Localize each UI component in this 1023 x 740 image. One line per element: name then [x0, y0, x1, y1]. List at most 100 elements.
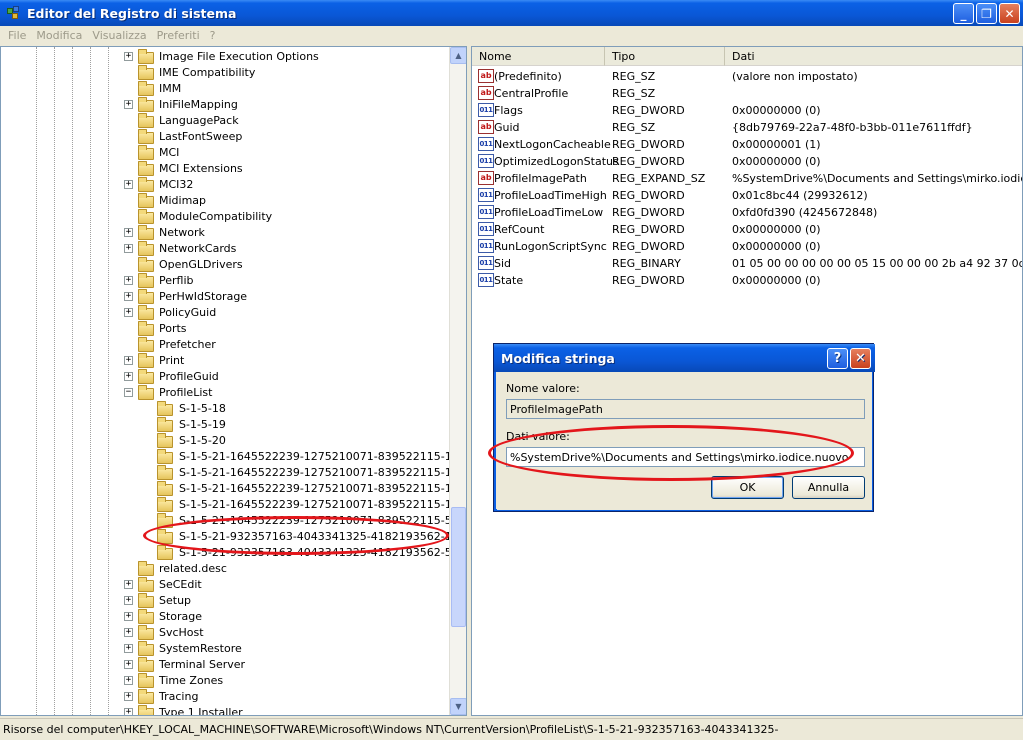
tree-item[interactable]: S-1-5-21-932357163-4043341325-4182193562…	[1, 529, 449, 545]
tree-item[interactable]: S-1-5-19	[1, 417, 449, 433]
tree-item[interactable]: + PolicyGuid	[1, 305, 449, 321]
value-row[interactable]: ab CentralProfile REG_SZ	[472, 85, 1022, 102]
dialog-help-button[interactable]: ?	[827, 348, 848, 369]
value-row[interactable]: 011 ProfileLoadTimeLow REG_DWORD 0xfd0fd390…	[472, 204, 1022, 221]
expand-icon[interactable]: +	[124, 372, 133, 381]
scroll-up-button[interactable]: ▲	[450, 47, 466, 64]
tree-item[interactable]: + Terminal Server	[1, 657, 449, 673]
value-row[interactable]: 011 Sid REG_BINARY 01 05 00 00 00 00 00 05 …	[472, 255, 1022, 272]
menu-modifica[interactable]: Modifica	[31, 29, 87, 42]
value-data-input[interactable]: %SystemDrive%\Documents and Settings\mir…	[506, 447, 865, 467]
cancel-button[interactable]: Annulla	[792, 476, 865, 499]
tree-item[interactable]: Prefetcher	[1, 337, 449, 353]
column-header-data[interactable]: Dati	[725, 47, 1022, 66]
value-row[interactable]: 011 Flags REG_DWORD 0x00000000 (0)	[472, 102, 1022, 119]
tree-item[interactable]: S-1-5-21-1645522239-1275210071-839522115…	[1, 449, 449, 465]
expand-icon[interactable]: +	[124, 244, 133, 253]
expand-icon[interactable]: +	[124, 676, 133, 685]
column-header-name[interactable]: Nome	[472, 47, 605, 66]
ok-button[interactable]: OK	[711, 476, 784, 499]
scroll-down-button[interactable]: ▼	[450, 698, 466, 715]
tree-item[interactable]: + ProfileGuid	[1, 369, 449, 385]
expand-icon[interactable]: +	[124, 228, 133, 237]
tree-item[interactable]: − ProfileList	[1, 385, 449, 401]
tree-item[interactable]: Ports	[1, 321, 449, 337]
column-header-type[interactable]: Tipo	[605, 47, 725, 66]
value-row[interactable]: ab (Predefinito) REG_SZ (valore non imposta…	[472, 68, 1022, 85]
tree-item[interactable]: + SystemRestore	[1, 641, 449, 657]
tree-item[interactable]: + Image File Execution Options	[1, 49, 449, 65]
value-row[interactable]: ab ProfileImagePath REG_EXPAND_SZ %SystemDr…	[472, 170, 1022, 187]
tree-item[interactable]: + SvcHost	[1, 625, 449, 641]
tree-item[interactable]: S-1-5-20	[1, 433, 449, 449]
tree-item[interactable]: S-1-5-18	[1, 401, 449, 417]
tree-item[interactable]: + Storage	[1, 609, 449, 625]
tree-item[interactable]: + MCI32	[1, 177, 449, 193]
tree-item[interactable]: + Print	[1, 353, 449, 369]
tree-item[interactable]: LastFontSweep	[1, 129, 449, 145]
tree-item[interactable]: + PerHwIdStorage	[1, 289, 449, 305]
tree-item[interactable]: + SeCEdit	[1, 577, 449, 593]
tree-item[interactable]: S-1-5-21-1645522239-1275210071-839522115…	[1, 465, 449, 481]
tree-item-label: Setup	[159, 594, 192, 607]
tree-item[interactable]: S-1-5-21-1645522239-1275210071-839522115…	[1, 497, 449, 513]
menu-preferiti[interactable]: Preferiti	[152, 29, 205, 42]
expand-icon[interactable]: +	[124, 180, 133, 189]
tree-item[interactable]: OpenGLDrivers	[1, 257, 449, 273]
expand-icon[interactable]: +	[124, 580, 133, 589]
tree-item[interactable]: S-1-5-21-932357163-4043341325-4182193562…	[1, 545, 449, 561]
tree-item[interactable]: + Network	[1, 225, 449, 241]
tree-item[interactable]: + IniFileMapping	[1, 97, 449, 113]
tree-item[interactable]: IMM	[1, 81, 449, 97]
menu-help[interactable]: ?	[205, 29, 221, 42]
value-row[interactable]: ab Guid REG_SZ {8db79769-22a7-48f0-b3bb-011…	[472, 119, 1022, 136]
expand-icon[interactable]: +	[124, 692, 133, 701]
scroll-thumb[interactable]	[451, 507, 466, 627]
tree-item[interactable]: MCI Extensions	[1, 161, 449, 177]
expand-icon[interactable]: +	[124, 644, 133, 653]
tree-item[interactable]: related.desc	[1, 561, 449, 577]
value-row[interactable]: 011 State REG_DWORD 0x00000000 (0)	[472, 272, 1022, 289]
value-row[interactable]: 011 OptimizedLogonStatus REG_DWORD 0x000000…	[472, 153, 1022, 170]
expand-icon[interactable]: +	[124, 708, 133, 715]
value-row[interactable]: 011 NextLogonCacheable REG_DWORD 0x00000001…	[472, 136, 1022, 153]
tree-item[interactable]: + Time Zones	[1, 673, 449, 689]
tree-item[interactable]: Midimap	[1, 193, 449, 209]
expand-icon[interactable]: +	[124, 628, 133, 637]
tree-item[interactable]: + Tracing	[1, 689, 449, 705]
folder-icon	[138, 161, 154, 176]
tree-item[interactable]: + Setup	[1, 593, 449, 609]
tree-item[interactable]: IME Compatibility	[1, 65, 449, 81]
expand-icon[interactable]: +	[124, 308, 133, 317]
tree-vertical-scrollbar[interactable]: ▲ ▼	[449, 47, 466, 715]
minimize-button[interactable]: _	[953, 3, 974, 24]
value-row[interactable]: 011 ProfileLoadTimeHigh REG_DWORD 0x01c8bc4…	[472, 187, 1022, 204]
regedit-app-icon[interactable]	[6, 5, 22, 21]
expand-icon[interactable]: +	[124, 100, 133, 109]
expand-icon[interactable]: +	[124, 356, 133, 365]
collapse-icon[interactable]: −	[124, 388, 133, 397]
tree-item[interactable]: MCI	[1, 145, 449, 161]
maximize-button[interactable]: ❐	[976, 3, 997, 24]
tree-item[interactable]: + NetworkCards	[1, 241, 449, 257]
close-button[interactable]: ✕	[999, 3, 1020, 24]
tree-item[interactable]: + Type 1 Installer	[1, 705, 449, 715]
value-row[interactable]: 011 RefCount REG_DWORD 0x00000000 (0)	[472, 221, 1022, 238]
menu-visualizza[interactable]: Visualizza	[87, 29, 151, 42]
tree-item-label: S-1-5-21-1645522239-1275210071-839522115…	[179, 498, 449, 511]
value-row[interactable]: 011 RunLogonScriptSync REG_DWORD 0x00000000…	[472, 238, 1022, 255]
expand-icon[interactable]: +	[124, 660, 133, 669]
tree-item[interactable]: ModuleCompatibility	[1, 209, 449, 225]
expand-icon[interactable]: +	[124, 596, 133, 605]
expand-icon[interactable]: +	[124, 292, 133, 301]
expand-icon[interactable]: +	[124, 276, 133, 285]
dialog-close-button[interactable]: ✕	[850, 348, 871, 369]
tree-item[interactable]: S-1-5-21-1645522239-1275210071-839522115…	[1, 481, 449, 497]
tree-item[interactable]: S-1-5-21-1645522239-1275210071-839522115…	[1, 513, 449, 529]
expand-icon[interactable]: +	[124, 612, 133, 621]
tree-item[interactable]: LanguagePack	[1, 113, 449, 129]
tree-item[interactable]: + Perflib	[1, 273, 449, 289]
value-data: 0x00000000 (0)	[732, 274, 821, 287]
menu-file[interactable]: File	[3, 29, 31, 42]
expand-icon[interactable]: +	[124, 52, 133, 61]
